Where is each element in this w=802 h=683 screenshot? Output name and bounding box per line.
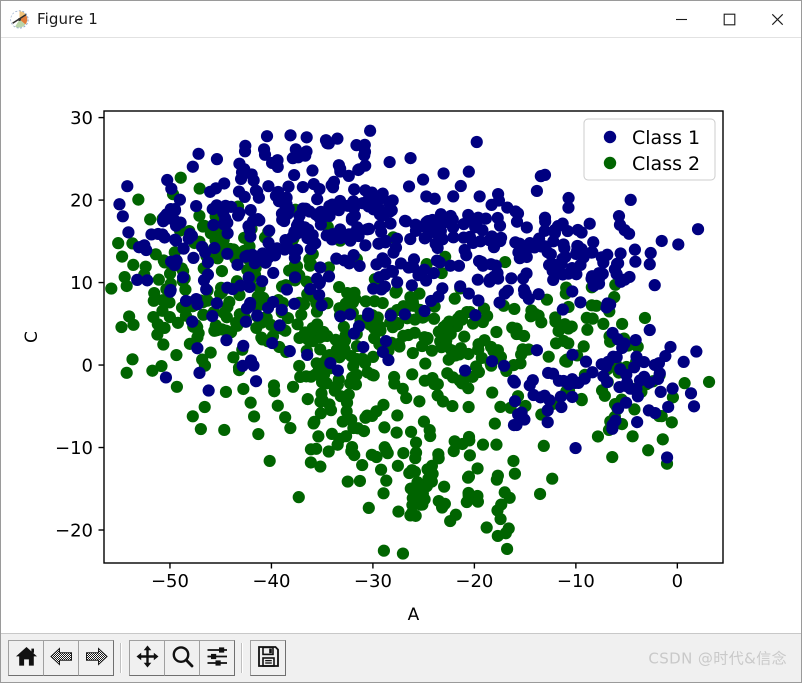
svg-text:30: 30 [70, 108, 93, 129]
legend[interactable]: Class 1 Class 2 [583, 118, 716, 181]
sliders-icon [205, 644, 230, 673]
title-bar: Figure 1 [1, 1, 801, 38]
svg-text:−30: −30 [354, 571, 392, 592]
close-button[interactable] [753, 1, 801, 37]
floppy-disk-icon [256, 644, 281, 673]
move-arrows-icon [135, 644, 160, 673]
csdn-watermark: CSDN @时代&信念 [648, 649, 787, 668]
legend-label: Class 2 [632, 153, 700, 175]
zoom-button[interactable] [164, 640, 200, 676]
svg-text:−20: −20 [55, 520, 93, 541]
minimize-button[interactable] [657, 1, 705, 37]
figure-canvas[interactable]: −50 −40 −30 −20 −10 0 −20 −10 0 10 20 30 A C Class… [1, 38, 801, 633]
toolbar-separator-1 [120, 643, 122, 673]
svg-text:−40: −40 [252, 571, 290, 592]
svg-text:0: 0 [672, 571, 683, 592]
back-button[interactable] [43, 640, 79, 676]
figure-window: Figure 1 −50 −40 −30 −20 −10 0 −20−10 0 … [0, 0, 802, 683]
home-button[interactable] [8, 640, 44, 676]
navigation-toolbar: CSDN @时代&信念 [1, 633, 801, 682]
scatter-plot[interactable]: −50 −40 −30 −20 −10 0 −20 −10 0 10 20 30 A C Class… [1, 38, 801, 633]
arrow-right-icon [84, 644, 109, 673]
save-button[interactable] [250, 640, 286, 676]
pan-button[interactable] [129, 640, 165, 676]
svg-text:−50: −50 [151, 571, 189, 592]
matplotlib-icon [10, 9, 29, 29]
svg-text:10: 10 [70, 273, 93, 294]
svg-text:C: C [22, 331, 42, 343]
maximize-button[interactable] [705, 1, 753, 37]
window-title: Figure 1 [37, 10, 98, 28]
arrow-left-icon [49, 644, 74, 673]
svg-text:20: 20 [70, 190, 93, 211]
magnifier-icon [170, 644, 195, 673]
home-icon [14, 644, 39, 673]
window-controls [657, 1, 801, 37]
svg-text:−10: −10 [55, 438, 93, 459]
x-axis-label: A [408, 605, 420, 625]
toolbar-separator-2 [241, 643, 243, 673]
svg-text:A: A [408, 605, 420, 625]
y-axis-label: C [22, 331, 42, 343]
svg-text:−20: −20 [455, 571, 493, 592]
legend-label: Class 1 [632, 127, 700, 149]
svg-text:0: 0 [82, 355, 93, 376]
x-axis-ticks: −50 −40 −30 −20 −10 0 [151, 563, 683, 592]
svg-text:−10: −10 [557, 571, 595, 592]
y-axis-ticks: −20 −10 0 10 20 30 [55, 108, 104, 541]
configure-subplots-button[interactable] [199, 640, 235, 676]
title-bar-left: Figure 1 [1, 9, 98, 29]
forward-button[interactable] [78, 640, 114, 676]
